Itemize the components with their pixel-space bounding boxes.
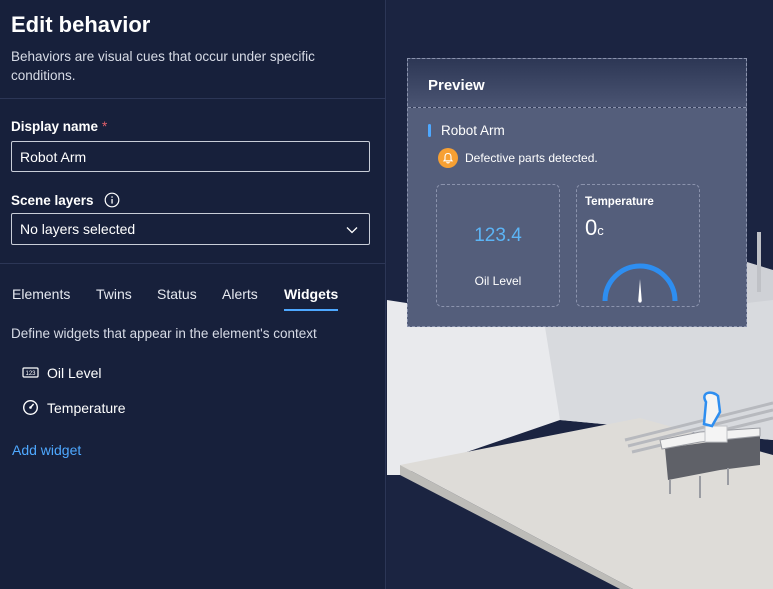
display-name-input[interactable] (11, 141, 370, 172)
gauge-icon (22, 399, 39, 416)
temperature-unit: c (597, 223, 604, 238)
required-marker: * (102, 119, 108, 134)
temperature-gauge (602, 263, 678, 303)
oil-level-value: 123.4 (474, 225, 522, 246)
preview-element-name: Robot Arm (428, 123, 505, 138)
chevron-down-icon (346, 227, 358, 234)
scene-layers-label: Scene layers (11, 192, 120, 208)
scene-layers-selected: No layers selected (20, 221, 136, 237)
alert-row: Defective parts detected. (438, 148, 598, 168)
tab-widgets[interactable]: Widgets (284, 284, 339, 312)
temperature-readout: 0c (585, 215, 604, 241)
tab-twins[interactable]: Twins (96, 284, 132, 312)
widget-item-temperature[interactable]: Temperature (22, 399, 126, 416)
add-widget-link[interactable]: Add widget (12, 442, 81, 458)
divider (0, 263, 386, 264)
element-status-bar (428, 124, 431, 137)
display-name-label-text: Display name (11, 119, 99, 134)
number-display-icon: 123 (22, 367, 39, 378)
value-widget-card: 123.4 Oil Level (436, 184, 560, 307)
tab-alerts[interactable]: Alerts (222, 284, 258, 312)
display-name-label: Display name * (11, 119, 107, 134)
panel-title: Edit behavior (11, 12, 151, 37)
widget-label: Oil Level (47, 364, 102, 381)
divider (0, 98, 386, 99)
widget-item-oil-level[interactable]: 123 Oil Level (22, 364, 101, 381)
edit-behavior-panel: Edit behavior Behaviors are visual cues … (0, 0, 386, 589)
info-icon[interactable] (104, 192, 120, 208)
scene-layers-label-text: Scene layers (11, 192, 94, 208)
widgets-description: Define widgets that appear in the elemen… (11, 326, 317, 341)
preview-title: Preview (408, 59, 746, 108)
oil-level-label: Oil Level (474, 274, 522, 288)
scene-layers-dropdown[interactable]: No layers selected (11, 213, 370, 245)
behavior-tabs: Elements Twins Status Alerts Widgets (0, 284, 386, 314)
widget-label: Temperature (47, 399, 126, 416)
tab-elements[interactable]: Elements (12, 284, 70, 312)
panel-description: Behaviors are visual cues that occur und… (11, 49, 315, 83)
gauge-widget-card: Temperature 0c (576, 184, 700, 307)
alert-text: Defective parts detected. (465, 151, 598, 165)
temperature-value: 0 (585, 215, 598, 240)
alert-bell-icon (438, 148, 458, 168)
svg-text:123: 123 (25, 371, 36, 377)
tab-status[interactable]: Status (157, 284, 197, 312)
preview-card: Preview Robot Arm Defective parts detect… (407, 58, 747, 327)
temperature-title: Temperature (585, 196, 654, 208)
gauge-needle (638, 279, 642, 301)
element-name-text: Robot Arm (441, 123, 505, 138)
